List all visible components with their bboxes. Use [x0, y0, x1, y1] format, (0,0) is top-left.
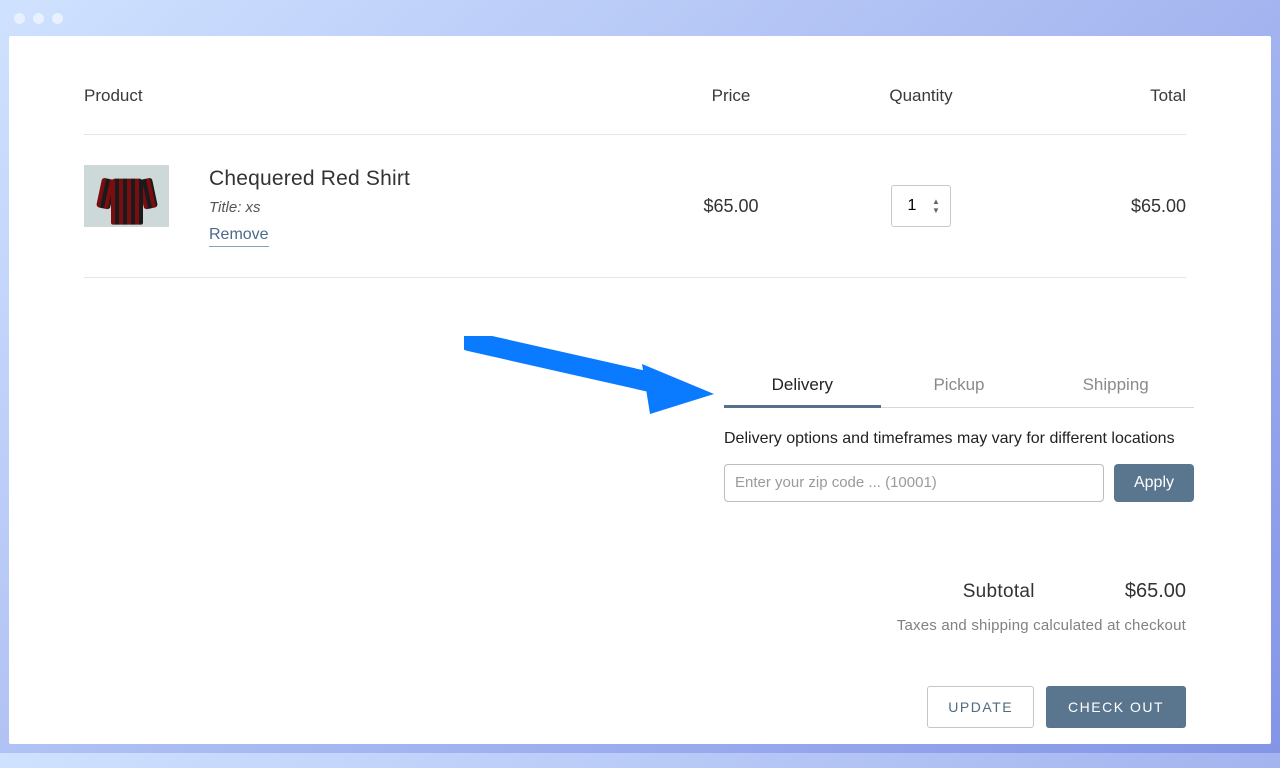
cart-page: Product Price Quantity Total — [9, 36, 1271, 744]
column-product: Product — [84, 86, 646, 106]
cart-totals: Subtotal $65.00 Taxes and shipping calcu… — [84, 580, 1186, 728]
column-quantity: Quantity — [816, 86, 1026, 106]
delivery-note: Delivery options and timeframes may vary… — [724, 428, 1194, 450]
chevron-up-icon[interactable]: ▲ — [932, 198, 946, 206]
cart-product-cell: Chequered Red Shirt Title: xs Remove — [84, 165, 646, 247]
window-titlebar — [0, 0, 1280, 36]
window-dot — [33, 13, 44, 24]
fulfillment-section: Delivery Pickup Shipping Delivery option… — [724, 363, 1194, 502]
subtotal-label: Subtotal — [963, 581, 1035, 603]
chevron-down-icon[interactable]: ▼ — [932, 207, 946, 215]
item-price: $65.00 — [646, 196, 816, 217]
checkout-button[interactable]: CHECK OUT — [1046, 686, 1186, 728]
remove-link[interactable]: Remove — [209, 226, 269, 247]
quantity-stepper[interactable]: ▲ ▼ — [932, 185, 946, 227]
tax-note: Taxes and shipping calculated at checkou… — [84, 617, 1186, 634]
column-total: Total — [1026, 86, 1186, 106]
apply-button[interactable]: Apply — [1114, 464, 1194, 502]
cart-table-header: Product Price Quantity Total — [84, 86, 1186, 135]
fulfillment-tabs: Delivery Pickup Shipping — [724, 363, 1194, 408]
browser-window: Product Price Quantity Total — [0, 0, 1280, 753]
column-price: Price — [646, 86, 816, 106]
shirt-icon — [101, 173, 153, 225]
tab-shipping[interactable]: Shipping — [1037, 363, 1194, 407]
item-line-total: $65.00 — [1026, 196, 1186, 217]
window-dot — [52, 13, 63, 24]
cart-row: Chequered Red Shirt Title: xs Remove $65… — [84, 135, 1186, 278]
window-dot — [14, 13, 25, 24]
product-thumbnail[interactable] — [84, 165, 169, 227]
product-title: Chequered Red Shirt — [209, 167, 410, 191]
update-button[interactable]: UPDATE — [927, 686, 1034, 728]
subtotal-value: $65.00 — [1125, 580, 1186, 603]
zip-input[interactable] — [724, 464, 1104, 502]
tab-delivery[interactable]: Delivery — [724, 363, 881, 407]
product-variant: Title: xs — [209, 199, 410, 216]
tab-pickup[interactable]: Pickup — [881, 363, 1038, 407]
